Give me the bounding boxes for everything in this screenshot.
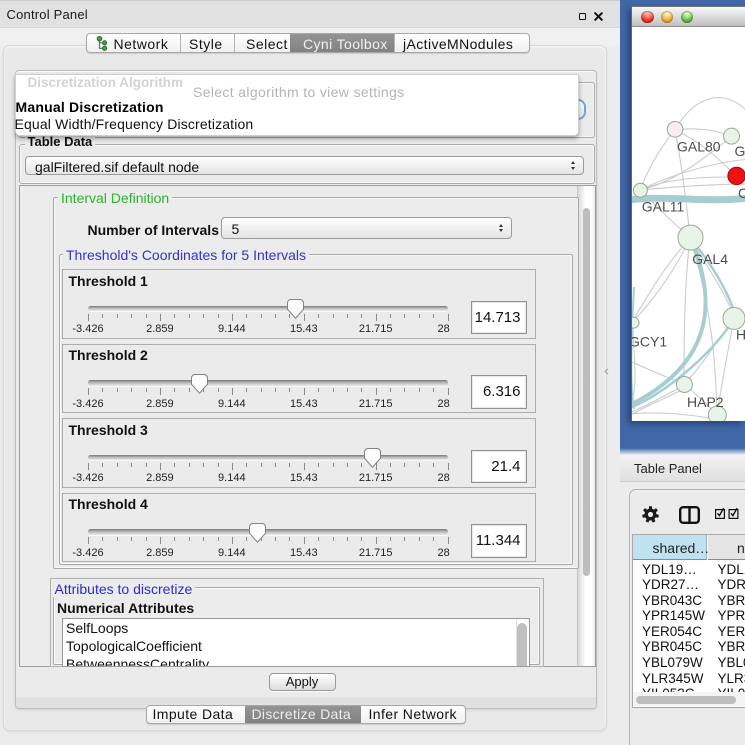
svg-text:GAL11: GAL11 bbox=[642, 199, 685, 215]
svg-text:GA: GA bbox=[735, 143, 745, 159]
svg-text:HAP2: HAP2 bbox=[687, 394, 724, 410]
svg-text:GAL4: GAL4 bbox=[692, 251, 728, 267]
svg-text:H: H bbox=[736, 327, 745, 343]
svg-text:GAL80: GAL80 bbox=[677, 139, 721, 155]
svg-text:C: C bbox=[738, 185, 745, 201]
svg-text:GCY1: GCY1 bbox=[632, 333, 667, 349]
